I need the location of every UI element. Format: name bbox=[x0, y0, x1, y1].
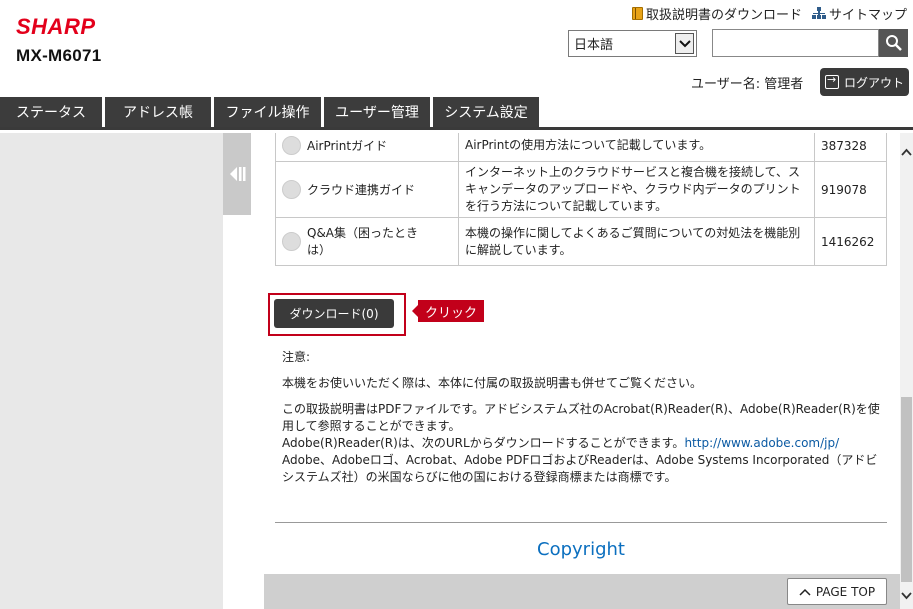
guide-desc: インターネット上のクラウドサービスと複合機を接続して、スキャンデータのアップロー… bbox=[458, 161, 815, 218]
notes-line: 本機をお使いいただく際は、本体に付属の取扱説明書も併せてご覧ください。 bbox=[282, 376, 703, 390]
collapse-left-icon bbox=[230, 167, 246, 181]
tab-status[interactable]: ステータス bbox=[0, 97, 102, 127]
tab-address-book[interactable]: アドレス帳 bbox=[105, 97, 211, 127]
manual-download-label: 取扱説明書のダウンロード bbox=[645, 8, 802, 23]
radio-airprint[interactable] bbox=[282, 136, 301, 155]
guide-name: クラウド連携ガイド bbox=[307, 183, 416, 197]
guide-size: 919078 bbox=[814, 161, 887, 218]
notes-line: Adobe(R)Reader(R)は、次のURLからダウンロードすることができま… bbox=[282, 435, 882, 452]
panel-gap bbox=[223, 215, 251, 609]
book-icon bbox=[631, 7, 643, 20]
sitemap-label: サイトマップ bbox=[828, 8, 907, 23]
sitemap-link[interactable]: サイトマップ bbox=[811, 4, 907, 23]
tab-file-operations[interactable]: ファイル操作 bbox=[214, 97, 321, 127]
logout-icon bbox=[824, 73, 839, 89]
adobe-link[interactable]: http://www.adobe.com/jp/ bbox=[684, 436, 839, 450]
download-button[interactable]: ダウンロード(0) bbox=[274, 299, 394, 328]
chevron-down-icon[interactable] bbox=[675, 33, 694, 54]
table-row: AirPrintガイド AirPrintの使用方法について記載しています。 38… bbox=[275, 133, 887, 162]
click-callout: クリック bbox=[411, 300, 485, 322]
page-top-label: PAGE TOP bbox=[815, 584, 876, 599]
top-links: 取扱説明書のダウンロード サイトマップ bbox=[631, 4, 907, 23]
logout-label: ログアウト bbox=[843, 75, 904, 90]
scrollbar-thumb[interactable] bbox=[901, 397, 912, 582]
notes-heading: 注意: bbox=[282, 350, 311, 364]
main-content: AirPrintガイド AirPrintの使用方法について記載しています。 38… bbox=[251, 133, 900, 609]
table-row: クラウド連携ガイド インターネット上のクラウドサービスと複合機を接続して、スキャ… bbox=[275, 161, 887, 218]
notes-line: この取扱説明書はPDFファイルです。アドビシステムズ社のAcrobat(R)Re… bbox=[282, 402, 880, 433]
search-button[interactable] bbox=[879, 29, 908, 57]
left-panel bbox=[0, 133, 223, 609]
table-row: Q&A集（困ったときは） 本機の操作に関してよくあるご質問についての対処法を機能… bbox=[275, 217, 887, 266]
guide-size: 387328 bbox=[814, 133, 887, 162]
notes-line: Adobe、Adobeロゴ、Acrobat、Adobe PDFロゴおよびRead… bbox=[282, 453, 878, 484]
scroll-down-icon[interactable] bbox=[900, 589, 913, 603]
sharp-logo: SHARP bbox=[16, 14, 96, 39]
language-value: 日本語 bbox=[574, 38, 614, 53]
radio-qa[interactable] bbox=[282, 232, 301, 251]
search-input[interactable] bbox=[712, 29, 879, 57]
header: SHARP MX-M6071 取扱説明書のダウンロード サイトマップ 日本語 ユ… bbox=[0, 0, 913, 97]
main-tabs: ステータス アドレス帳 ファイル操作 ユーザー管理 システム設定 bbox=[0, 97, 913, 130]
tab-system-settings[interactable]: システム設定 bbox=[433, 97, 539, 127]
sitemap-icon bbox=[811, 7, 826, 20]
collapse-panel-button[interactable] bbox=[223, 133, 251, 215]
guide-size: 1416262 bbox=[814, 217, 887, 266]
scrollbar[interactable] bbox=[900, 133, 913, 609]
model-name: MX-M6071 bbox=[16, 46, 102, 65]
language-select[interactable]: 日本語 bbox=[568, 30, 697, 57]
notes-section: 注意: 本機をお使いいただく際は、本体に付属の取扱説明書も併せてご覧ください。 … bbox=[282, 349, 882, 495]
page-top-button[interactable]: PAGE TOP bbox=[787, 578, 887, 605]
notes-line-text: Adobe(R)Reader(R)は、次のURLからダウンロードすることができま… bbox=[282, 436, 685, 450]
manual-download-link[interactable]: 取扱説明書のダウンロード bbox=[631, 4, 802, 23]
guide-desc: 本機の操作に関してよくあるご質問についての対処法を機能別に解説しています。 bbox=[458, 217, 815, 266]
scroll-up-icon[interactable] bbox=[900, 145, 913, 159]
tab-user-management[interactable]: ユーザー管理 bbox=[324, 97, 430, 127]
radio-cloud[interactable] bbox=[282, 180, 301, 199]
app-root: SHARP MX-M6071 取扱説明書のダウンロード サイトマップ 日本語 ユ… bbox=[0, 0, 913, 609]
footer-divider bbox=[275, 522, 887, 523]
guide-name: AirPrintガイド bbox=[307, 139, 388, 153]
manual-table: AirPrintガイド AirPrintの使用方法について記載しています。 38… bbox=[275, 133, 887, 266]
guide-name: Q&A集（困ったときは） bbox=[307, 225, 419, 257]
logout-button[interactable]: ログアウト bbox=[820, 68, 909, 96]
copyright-link[interactable]: Copyright bbox=[275, 539, 887, 560]
search-icon bbox=[885, 35, 902, 51]
username-display: ユーザー名: 管理者 bbox=[691, 77, 804, 92]
chevron-up-icon bbox=[799, 588, 811, 596]
guide-desc: AirPrintの使用方法について記載しています。 bbox=[458, 133, 815, 162]
